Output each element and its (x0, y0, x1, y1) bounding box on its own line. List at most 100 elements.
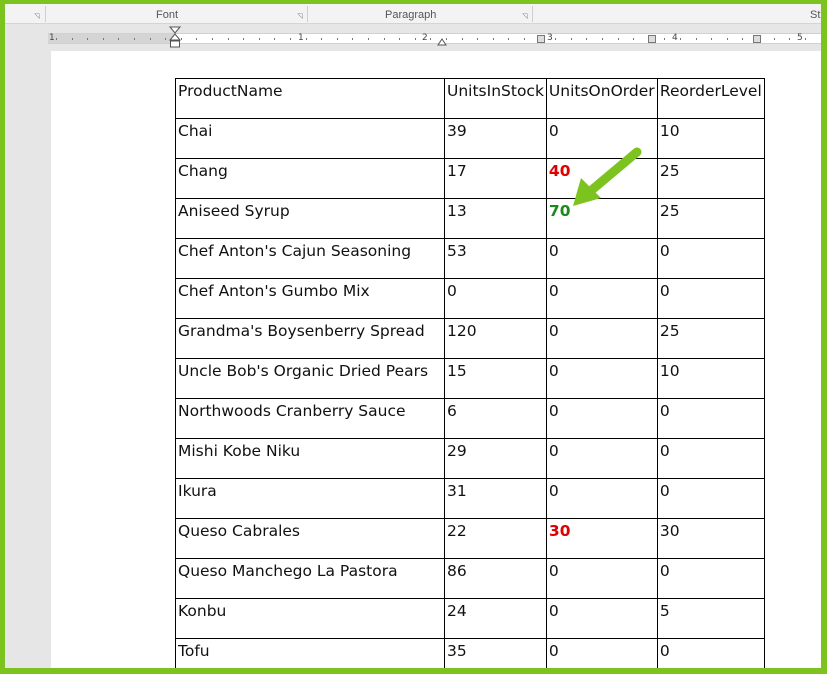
table-cell[interactable]: 25 (656, 158, 765, 199)
table-cell[interactable]: 0 (444, 278, 547, 319)
table-cell[interactable]: Chang (175, 158, 445, 199)
ruler-tick (430, 38, 431, 40)
table-cell[interactable]: 31 (444, 478, 547, 519)
table-cell[interactable]: 0 (545, 318, 658, 359)
table-cell[interactable]: 120 (444, 318, 547, 359)
table-cell[interactable]: 0 (656, 438, 765, 479)
table-column-marker-icon[interactable] (753, 35, 761, 43)
ruler-tick (228, 38, 229, 40)
ribbon-group-font: Font (156, 9, 179, 21)
table-cell[interactable]: Tofu (175, 638, 445, 668)
table-row: Queso Cabrales 22 30 30 (175, 518, 765, 559)
ruler-tick (274, 38, 275, 40)
table-header-cell[interactable]: ReorderLevel (656, 78, 765, 119)
table-cell[interactable]: 0 (656, 278, 765, 319)
table-row: Aniseed Syrup 13 70 25 (175, 198, 765, 239)
table-row: Chang 17 40 25 (175, 158, 765, 199)
ruler-tick (477, 38, 478, 40)
table-row: Ikura 31 0 0 (175, 478, 765, 519)
table-cell[interactable]: Aniseed Syrup (175, 198, 445, 239)
table-cell[interactable]: Mishi Kobe Niku (175, 438, 445, 479)
table-cell[interactable]: 24 (444, 598, 547, 639)
table-cell[interactable]: Queso Manchego La Pastora (175, 558, 445, 599)
table-cell[interactable]: 0 (545, 358, 658, 399)
table-cell[interactable]: Grandma's Boysenberry Spread (175, 318, 445, 359)
table-cell[interactable]: 6 (444, 398, 547, 439)
table-cell[interactable]: 53 (444, 238, 547, 279)
word-window: ◹ Font ◹ Paragraph ◹ St 1 1 2 3 4 5 Prod… (5, 4, 821, 668)
clipboard-dialog-launcher-icon[interactable]: ◹ (33, 13, 41, 21)
table-header-cell[interactable]: UnitsOnOrder (545, 78, 658, 119)
ruler-tick (352, 38, 353, 40)
table-cell[interactable]: 0 (545, 438, 658, 479)
table-cell[interactable]: 0 (545, 398, 658, 439)
table-cell[interactable]: Ikura (175, 478, 445, 519)
table-cell[interactable]: Konbu (175, 598, 445, 639)
table-cell[interactable]: 0 (656, 638, 765, 668)
ruler-tick (134, 38, 135, 40)
table-row: Grandma's Boysenberry Spread 120 0 25 (175, 318, 765, 359)
ruler-tick (321, 38, 322, 40)
paragraph-dialog-launcher-icon[interactable]: ◹ (521, 13, 529, 21)
table-cell[interactable]: 0 (656, 398, 765, 439)
table-cell[interactable]: 25 (656, 318, 765, 359)
table-row: Uncle Bob's Organic Dried Pears 15 0 10 (175, 358, 765, 399)
table-cell[interactable]: Chai (175, 118, 445, 159)
table-header-cell[interactable]: ProductName (175, 78, 445, 119)
table-cell[interactable]: 0 (656, 478, 765, 519)
ruler-tick (805, 38, 806, 40)
indent-marker-icon[interactable] (169, 26, 181, 52)
table-cell[interactable]: 0 (545, 598, 658, 639)
table-cell[interactable]: 30 (656, 518, 765, 559)
table-cell[interactable]: 35 (444, 638, 547, 668)
table-cell[interactable]: 39 (444, 118, 547, 159)
table-cell[interactable]: Chef Anton's Gumbo Mix (175, 278, 445, 319)
table-cell[interactable]: 0 (545, 558, 658, 599)
document-page[interactable]: ProductName UnitsInStock UnitsOnOrder Reord… (51, 51, 821, 668)
ribbon-separator (45, 6, 46, 22)
ruler-tick (415, 38, 416, 40)
vertical-ruler (5, 51, 22, 668)
table-column-marker-icon[interactable] (648, 35, 656, 43)
ruler-tick (384, 38, 385, 40)
column-marker-icon[interactable] (437, 36, 447, 46)
ruler-tick (306, 38, 307, 40)
table-cell[interactable]: 0 (545, 478, 658, 519)
table-cell[interactable]: Chef Anton's Cajun Seasoning (175, 238, 445, 279)
ruler-tick (212, 38, 213, 40)
table-cell[interactable]: 86 (444, 558, 547, 599)
ruler-tick (789, 38, 790, 40)
table-cell[interactable]: 10 (656, 118, 765, 159)
ruler-tick (571, 38, 572, 40)
table-cell[interactable]: 0 (656, 558, 765, 599)
table-cell[interactable]: 25 (656, 198, 765, 239)
table-cell[interactable]: Northwoods Cranberry Sauce (175, 398, 445, 439)
table-column-marker-icon[interactable] (537, 35, 545, 43)
products-table[interactable]: ProductName UnitsInStock UnitsOnOrder Reord… (175, 78, 765, 668)
table-cell[interactable]: 29 (444, 438, 547, 479)
table-cell[interactable]: 22 (444, 518, 547, 559)
ruler-tick (462, 38, 463, 40)
table-cell[interactable]: 15 (444, 358, 547, 399)
table-cell[interactable]: 0 (545, 238, 658, 279)
horizontal-ruler[interactable]: 1 1 2 3 4 5 (48, 26, 821, 48)
table-cell[interactable]: 0 (545, 638, 658, 668)
ruler-number: 1 (298, 33, 304, 43)
table-cell[interactable]: 0 (545, 278, 658, 319)
table-header-cell[interactable]: UnitsInStock (444, 78, 547, 119)
table-row: Chef Anton's Gumbo Mix 0 0 0 (175, 278, 765, 319)
ribbon-separator (532, 6, 533, 22)
ruler-number: 3 (547, 33, 553, 43)
table-cell[interactable]: 13 (444, 198, 547, 239)
table-cell[interactable]: 17 (444, 158, 547, 199)
font-dialog-launcher-icon[interactable]: ◹ (296, 13, 304, 21)
table-cell[interactable]: 30 (545, 518, 658, 559)
ruler-tick (72, 38, 73, 40)
table-cell[interactable]: Queso Cabrales (175, 518, 445, 559)
table-cell[interactable]: Uncle Bob's Organic Dried Pears (175, 358, 445, 399)
ruler-tick (56, 38, 57, 40)
table-cell[interactable]: 10 (656, 358, 765, 399)
table-cell[interactable]: 0 (656, 238, 765, 279)
ruler-tick (555, 38, 556, 40)
table-cell[interactable]: 5 (656, 598, 765, 639)
